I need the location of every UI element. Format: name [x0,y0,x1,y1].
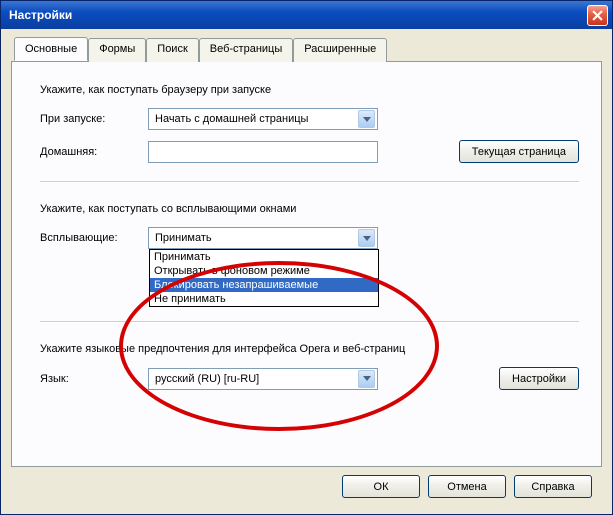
popups-option[interactable]: Открывать в фоновом режиме [150,264,378,278]
settings-window: Настройки Основные Формы Поиск Веб-стран… [0,0,613,515]
tab-advanced[interactable]: Расширенные [293,38,387,62]
on-start-value: Начать с домашней страницы [155,113,358,125]
dialog-footer: ОК Отмена Справка [11,467,602,508]
language-label: Язык: [40,373,148,385]
tab-panel-main: Укажите, как поступать браузеру при запу… [11,61,602,467]
tab-label: Основные [25,43,77,55]
language-settings-button[interactable]: Настройки [499,367,579,390]
tab-forms[interactable]: Формы [88,38,146,62]
homepage-label: Домашняя: [40,146,148,158]
tab-strip: Основные Формы Поиск Веб-страницы Расшир… [14,37,602,61]
tab-search[interactable]: Поиск [146,38,198,62]
tab-label: Формы [99,43,135,55]
popups-value: Принимать [155,232,358,244]
dropdown-button[interactable] [358,229,375,247]
close-icon [592,10,603,21]
homepage-row: Домашняя: Текущая страница [40,140,579,163]
homepage-input[interactable] [148,141,378,163]
tab-label: Поиск [157,43,187,55]
dropdown-button[interactable] [358,370,375,388]
current-page-button[interactable]: Текущая страница [459,140,579,163]
language-select[interactable]: русский (RU) [ru-RU] [148,368,378,390]
window-title: Настройки [9,8,587,22]
close-button[interactable] [587,5,608,26]
language-value: русский (RU) [ru-RU] [155,373,358,385]
ok-button[interactable]: ОК [342,475,420,498]
on-start-select[interactable]: Начать с домашней страницы [148,108,378,130]
client-area: Основные Формы Поиск Веб-страницы Расшир… [1,29,612,514]
chevron-down-icon [363,236,371,241]
popups-dropdown-list[interactable]: Принимать Открывать в фоновом режиме Бло… [149,249,379,307]
popups-heading: Укажите, как поступать со всплывающими о… [40,203,579,215]
chevron-down-icon [363,376,371,381]
popups-option[interactable]: Блокировать незапрашиваемые [150,278,378,292]
dropdown-button[interactable] [358,110,375,128]
on-start-label: При запуске: [40,113,148,125]
popups-option[interactable]: Принимать [150,250,378,264]
tab-label: Расширенные [304,43,376,55]
language-row: Язык: русский (RU) [ru-RU] Настройки [40,367,579,390]
tab-label: Веб-страницы [210,43,283,55]
popups-select[interactable]: Принимать Принимать Открывать в фоновом … [148,227,378,249]
popups-row: Всплывающие: Принимать Принимать Открыва… [40,227,579,249]
help-button[interactable]: Справка [514,475,592,498]
divider [40,181,579,183]
tab-main[interactable]: Основные [14,37,88,61]
popups-label: Всплывающие: [40,232,148,244]
startup-heading: Укажите, как поступать браузеру при запу… [40,84,579,96]
tab-webpages[interactable]: Веб-страницы [199,38,294,62]
on-start-row: При запуске: Начать с домашней страницы [40,108,579,130]
popups-option[interactable]: Не принимать [150,292,378,306]
language-heading: Укажите языковые предпочтения для интерф… [40,343,579,355]
title-bar[interactable]: Настройки [1,1,612,29]
divider [40,321,579,323]
chevron-down-icon [363,117,371,122]
cancel-button[interactable]: Отмена [428,475,506,498]
